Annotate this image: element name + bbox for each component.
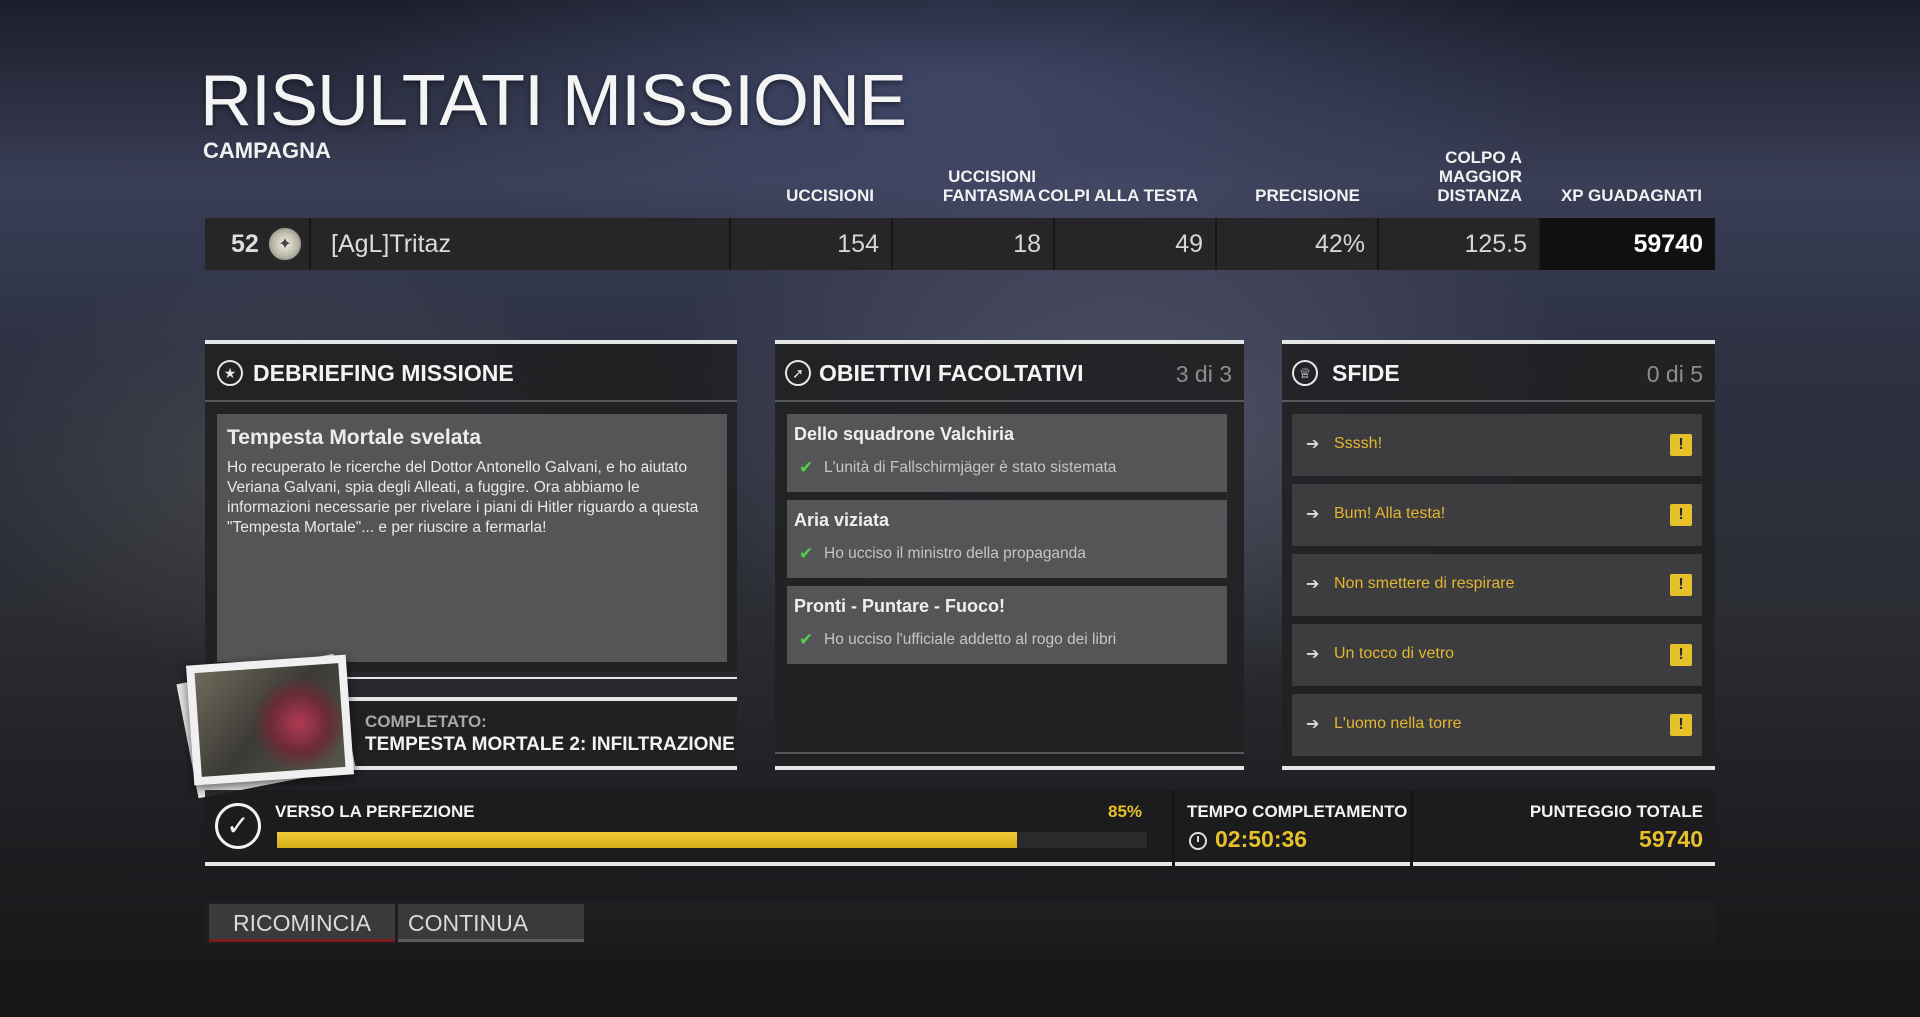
col-head-kills: UCCISIONI bbox=[786, 186, 874, 205]
level-cell: 52 ✦ bbox=[205, 218, 311, 270]
objective-desc: L'unità di Fallschirmjäger è stato siste… bbox=[824, 459, 1117, 476]
objective-item: Dello squadrone Valchiria ✔ L'unità di F… bbox=[787, 414, 1227, 492]
challenge-item[interactable]: ➔ Non smettere di respirare ! bbox=[1292, 554, 1702, 616]
divider bbox=[1410, 790, 1413, 866]
page-title: RISULTATI MISSIONE bbox=[200, 61, 907, 141]
check-icon: ✔ bbox=[799, 630, 814, 649]
debriefing-header: ★ DEBRIEFING MISSIONE bbox=[205, 344, 737, 402]
headshots-value: 49 bbox=[1175, 230, 1203, 258]
summary-bar: ✓ VERSO LA PERFEZIONE 85% TEMPO COMPLETA… bbox=[205, 790, 1715, 866]
arrow-right-icon: ➔ bbox=[1306, 576, 1320, 593]
divider bbox=[1172, 790, 1175, 866]
perfection-progress-fill bbox=[277, 832, 1017, 848]
col-head-accuracy: PRECISIONE bbox=[1255, 186, 1360, 205]
accuracy-value: 42% bbox=[1314, 230, 1365, 258]
challenge-item[interactable]: ➔ Un tocco di vetro ! bbox=[1292, 624, 1702, 686]
col-head-headshots: COLPI ALLA TESTA bbox=[1038, 186, 1198, 205]
arrow-right-icon: ➔ bbox=[1306, 436, 1320, 453]
ghost-kills-value: 18 bbox=[1013, 230, 1041, 258]
total-score-label: PUNTEGGIO TOTALE bbox=[1529, 802, 1703, 821]
challenges-count: 0 di 5 bbox=[1646, 361, 1703, 387]
debriefing-title: DEBRIEFING MISSIONE bbox=[253, 360, 514, 386]
challenge-item[interactable]: ➔ Ssssh! ! bbox=[1292, 414, 1702, 476]
restart-button[interactable]: RICOMINCIA bbox=[209, 904, 395, 942]
alert-icon: ! bbox=[1670, 434, 1692, 456]
objectives-count: 3 di 3 bbox=[1175, 361, 1232, 387]
col-head-ghost-kills: UCCISIONI FANTASMA bbox=[942, 167, 1036, 205]
ghost-kills-cell: 18 bbox=[893, 218, 1055, 270]
challenge-label: Ssssh! bbox=[1334, 435, 1383, 452]
completion-time-label: TEMPO COMPLETAMENTO bbox=[1187, 802, 1408, 821]
completed-label: COMPLETATO: bbox=[365, 712, 487, 731]
star-icon: ★ bbox=[217, 360, 243, 386]
xp-cell: 59740 bbox=[1541, 218, 1715, 270]
arrow-right-icon: ➔ bbox=[1306, 506, 1320, 523]
objectives-title: OBIETTIVI FACOLTATIVI bbox=[819, 360, 1084, 386]
kills-cell: 154 bbox=[731, 218, 893, 270]
perfection-percent: 85% bbox=[1108, 802, 1143, 821]
arrow-right-icon: ➔ bbox=[1306, 716, 1320, 733]
perfection-label: VERSO LA PERFEZIONE bbox=[275, 802, 475, 821]
objective-title: Aria viziata bbox=[794, 510, 890, 530]
player-level: 52 bbox=[231, 230, 259, 258]
story-box: Tempesta Mortale svelata Ho recuperato l… bbox=[217, 414, 727, 662]
continue-button[interactable]: CONTINUA bbox=[398, 904, 584, 942]
action-bar: RICOMINCIA CONTINUA bbox=[205, 900, 1715, 945]
challenge-item[interactable]: ➔ L'uomo nella torre ! bbox=[1292, 694, 1702, 756]
challenge-item[interactable]: ➔ Bum! Alla testa! ! bbox=[1292, 484, 1702, 546]
perfection-progress-bar bbox=[275, 830, 1149, 850]
xp-value: 59740 bbox=[1633, 230, 1703, 258]
story-text: Ho recuperato le ricerche del Dottor Ant… bbox=[227, 459, 699, 536]
longest-shot-value: 125.5 bbox=[1464, 230, 1527, 258]
accuracy-cell: 42% bbox=[1217, 218, 1379, 270]
total-score-value: 59740 bbox=[1639, 826, 1703, 852]
mission-photo bbox=[186, 654, 354, 786]
challenge-label: Bum! Alla testa! bbox=[1334, 505, 1446, 522]
col-head-longest-shot: COLPO A MAGGIOR DISTANZA bbox=[1437, 148, 1522, 205]
challenges-title: SFIDE bbox=[1332, 360, 1400, 386]
check-icon: ✔ bbox=[799, 544, 814, 563]
compass-icon: ➚ bbox=[785, 360, 811, 386]
completion-time-value: 02:50:36 bbox=[1215, 826, 1308, 852]
challenges-header: ♕ SFIDE 0 di 5 bbox=[1282, 344, 1715, 402]
mode-subtitle: CAMPAGNA bbox=[203, 138, 331, 163]
alert-icon: ! bbox=[1670, 574, 1692, 596]
check-icon: ✔ bbox=[799, 458, 814, 477]
objectives-panel: ➚ OBIETTIVI FACOLTATIVI 3 di 3 Dello squ… bbox=[775, 340, 1244, 770]
challenges-panel: ♕ SFIDE 0 di 5 ➔ Ssssh! ! ➔ Bum! Alla te… bbox=[1282, 340, 1715, 770]
kills-value: 154 bbox=[837, 230, 879, 258]
rank-emblem-icon: ✦ bbox=[267, 226, 303, 262]
trophy-icon: ♕ bbox=[1292, 360, 1318, 386]
objective-desc: Ho ucciso l'ufficiale addetto al rogo de… bbox=[824, 631, 1117, 648]
clock-icon bbox=[1189, 832, 1207, 850]
objectives-header: ➚ OBIETTIVI FACOLTATIVI 3 di 3 bbox=[775, 344, 1244, 402]
checkmark-icon: ✓ bbox=[215, 803, 261, 849]
alert-icon: ! bbox=[1670, 644, 1692, 666]
player-row: 52 ✦ [AgL]Tritaz 154 18 49 42% 125.5 597… bbox=[205, 218, 1715, 270]
objective-item: Aria viziata ✔ Ho ucciso il ministro del… bbox=[787, 500, 1227, 578]
challenge-label: Un tocco di vetro bbox=[1334, 645, 1455, 662]
alert-icon: ! bbox=[1670, 714, 1692, 736]
story-title: Tempesta Mortale svelata bbox=[227, 426, 482, 449]
objective-title: Dello squadrone Valchiria bbox=[794, 424, 1015, 444]
challenge-label: L'uomo nella torre bbox=[1334, 715, 1462, 732]
alert-icon: ! bbox=[1670, 504, 1692, 526]
completed-mission: TEMPESTA MORTALE 2: INFILTRAZIONE bbox=[365, 734, 735, 755]
longest-shot-cell: 125.5 bbox=[1379, 218, 1541, 270]
arrow-right-icon: ➔ bbox=[1306, 646, 1320, 663]
objective-item: Pronti - Puntare - Fuoco! ✔ Ho ucciso l'… bbox=[787, 586, 1227, 664]
objective-desc: Ho ucciso il ministro della propaganda bbox=[824, 545, 1086, 562]
player-name: [AgL]Tritaz bbox=[331, 230, 451, 258]
divider bbox=[775, 752, 1244, 754]
objective-title: Pronti - Puntare - Fuoco! bbox=[794, 596, 1005, 616]
name-cell: [AgL]Tritaz bbox=[311, 218, 731, 270]
challenge-label: Non smettere di respirare bbox=[1334, 575, 1515, 592]
col-head-xp: XP GUADAGNATI bbox=[1560, 186, 1702, 205]
headshots-cell: 49 bbox=[1055, 218, 1217, 270]
